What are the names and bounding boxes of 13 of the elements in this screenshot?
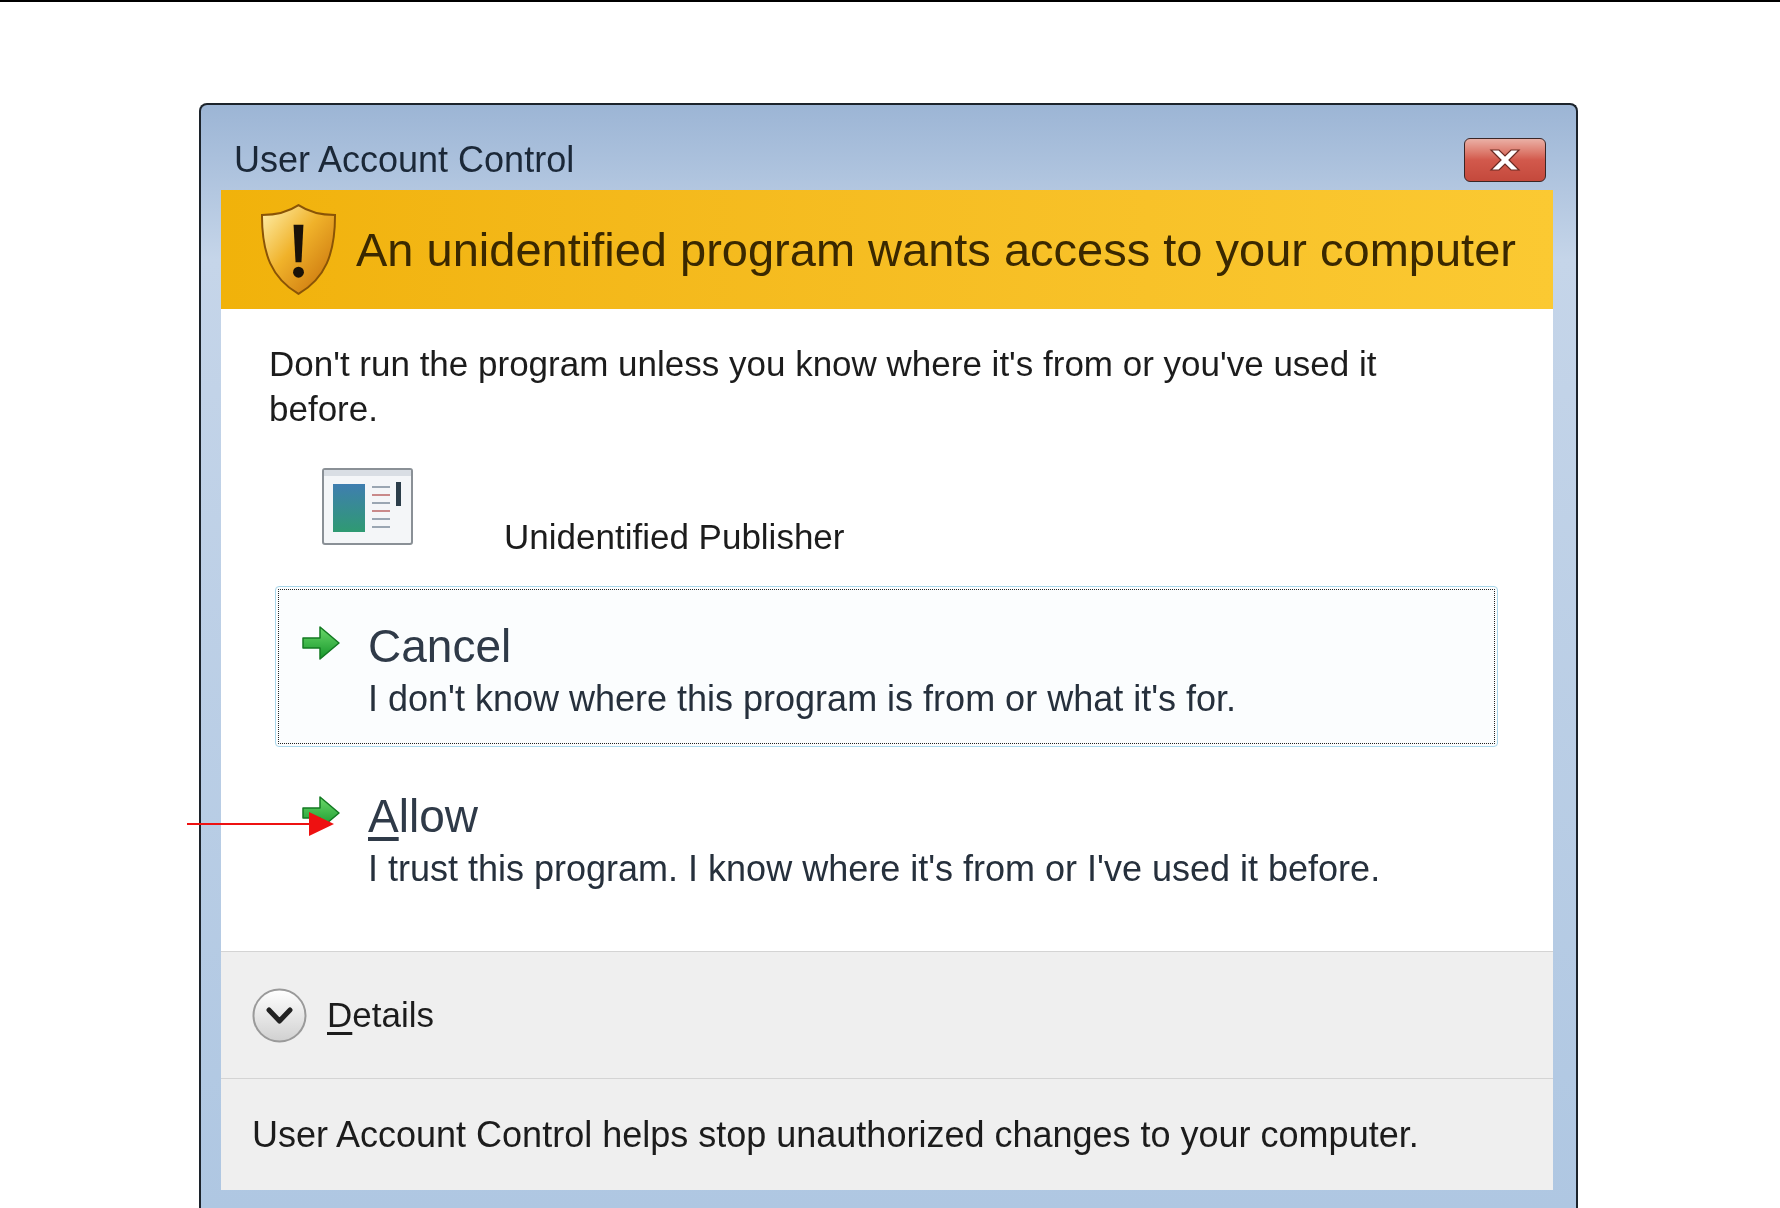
pointer-arrow-icon — [187, 812, 334, 836]
right-arrow-icon — [301, 623, 341, 663]
command-link-button[interactable]: Cancel I don't know where this program is from or what it's for. — [275, 586, 1498, 747]
warning-shield-icon — [259, 203, 338, 296]
close-icon — [1487, 147, 1523, 172]
publisher-name: Unidentified Publisher — [504, 516, 845, 558]
warning-message: Don't run the program unless you know where it's from or you've used it before. — [269, 343, 1378, 430]
banner-heading: An unidentified program wants access to your computer — [356, 221, 1516, 278]
details-button[interactable]: Details — [252, 987, 434, 1043]
footer-note: User Account Control helps stop unauthorized changes to your computer. — [252, 1113, 1419, 1156]
program-window-icon — [322, 468, 413, 545]
close-button[interactable] — [1464, 137, 1546, 182]
window-title: User Account Control — [234, 138, 575, 181]
